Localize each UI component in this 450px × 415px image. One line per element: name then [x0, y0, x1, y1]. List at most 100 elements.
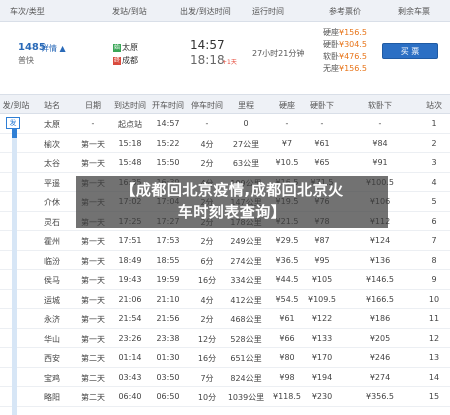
- table-cell: 第一天: [81, 256, 105, 266]
- table-cell: 第一天: [81, 237, 105, 246]
- table-cell: ¥65: [314, 158, 330, 167]
- table-cell: 4分: [200, 139, 214, 149]
- to-station: 终成都: [113, 56, 138, 65]
- table-cell: 01:30: [156, 353, 180, 362]
- table-cell: -: [320, 119, 324, 128]
- table-row: 略阳 第二天 06:40 06:50 10分 1039公里 ¥118.5 ¥230 ¥356.5…: [0, 387, 450, 407]
- table-cell: 06:40: [118, 392, 142, 401]
- table-cell: 15:48: [118, 158, 142, 167]
- table-cell: 15:50: [156, 158, 180, 167]
- table-cell: 16分: [197, 276, 217, 285]
- header-times: 出发/到达时间: [180, 7, 231, 16]
- duration: 27小时21分钟: [252, 49, 305, 58]
- start-tag-icon: 始: [113, 43, 121, 52]
- table-cell: 12分: [197, 334, 217, 344]
- table-cell: 2分: [200, 159, 214, 168]
- progress-depart-label: 发: [6, 117, 20, 129]
- col-header: 站次: [426, 101, 442, 110]
- table-cell: -: [205, 119, 209, 128]
- table-cell: 8: [431, 255, 437, 265]
- table-cell: 651公里: [230, 354, 262, 363]
- train-type: 普快: [18, 56, 34, 65]
- station-name-cell: 华山: [44, 334, 60, 344]
- table-cell: 21:06: [118, 294, 142, 304]
- table-row: 太原 - 起点站 14:57-0- - -1: [0, 114, 450, 134]
- table-cell: 4分: [200, 295, 214, 305]
- table-cell: -: [378, 119, 382, 128]
- table-cell: 2分: [200, 315, 214, 324]
- col-header: 开车时间: [152, 101, 184, 110]
- table-cell: 19:43: [118, 275, 142, 284]
- from-station: 始太原: [113, 43, 138, 52]
- table-cell: 15:22: [156, 138, 180, 148]
- arrive-time: 18:18: [190, 53, 225, 67]
- depart-time: 14:57: [190, 38, 225, 52]
- table-cell: 第二天: [81, 393, 105, 402]
- table-cell: 第一天: [81, 334, 105, 344]
- table-cell: 第二天: [81, 354, 105, 363]
- table-cell: ¥230: [311, 392, 333, 401]
- table-cell: 334公里: [230, 276, 262, 285]
- table-cell: ¥356.5: [366, 392, 394, 401]
- table-cell: 2: [431, 138, 437, 148]
- station-name-cell: 运城: [44, 295, 60, 305]
- table-row: 临汾 第一天 18:49 18:55 6分 274公里 ¥36.5 ¥95 ¥136 8: [0, 251, 450, 270]
- table-cell: ¥146.5: [366, 275, 394, 284]
- buy-ticket-button[interactable]: 买 票: [382, 43, 438, 59]
- table-cell: 14:57: [156, 119, 180, 128]
- collapse-arrow-icon: ▲: [59, 44, 66, 53]
- station-name-cell: 榆次: [44, 139, 60, 149]
- table-cell: 2分: [200, 237, 214, 246]
- table-cell: 01:14: [118, 353, 142, 362]
- table-cell: 第一天: [81, 159, 105, 168]
- table-cell: ¥61: [314, 138, 330, 148]
- table-cell: 12: [428, 333, 440, 343]
- table-cell: ¥133: [311, 333, 333, 343]
- table-cell: ¥186: [369, 314, 391, 323]
- end-tag-icon: 终: [113, 56, 121, 65]
- col-header: 站名: [44, 101, 60, 110]
- table-cell: 21:54: [118, 314, 142, 323]
- header-train-type: 车次/类型: [10, 7, 45, 16]
- table-row: 永济 第一天 21:54 21:56 2分 468公里 ¥61 ¥122 ¥186 11: [0, 309, 450, 329]
- table-cell: 13: [428, 353, 440, 362]
- table-cell: ¥109.5: [308, 294, 336, 304]
- table-cell: 10: [428, 294, 440, 304]
- header-price: 参考票价: [329, 7, 361, 16]
- table-row: 太谷 第一天 15:48 15:50 2分 63公里 ¥10.5 ¥65 ¥91 3: [0, 153, 450, 173]
- table-cell: 第二天: [81, 373, 105, 383]
- summary-header: 车次/类型 发站/到站 出发/到达时间 运行时间 参考票价 剩余车票: [0, 0, 450, 22]
- table-cell: ¥95: [314, 255, 330, 265]
- table-cell: 第一天: [81, 139, 105, 149]
- table-cell: 274公里: [230, 256, 262, 266]
- table-cell: ¥136: [369, 255, 391, 265]
- table-cell: 6: [431, 216, 437, 226]
- table-cell: ¥205: [369, 333, 391, 343]
- station-name-cell: 平遥: [44, 178, 60, 188]
- table-cell: 第一天: [81, 295, 105, 305]
- table-cell: 3: [431, 158, 437, 167]
- timetable-body: 太原 - 起点站 14:57-0- - -1 榆次 第一天 15:18 15:22 4分 27公里 ¥7…: [0, 114, 450, 415]
- table-cell: 1039公里: [227, 393, 265, 402]
- col-header: 硬卧下: [310, 101, 334, 110]
- price-item: 硬卧¥304.5: [323, 40, 367, 49]
- table-cell: 第一天: [81, 315, 105, 324]
- table-cell: ¥274: [369, 372, 391, 382]
- table-cell: 9: [431, 275, 437, 284]
- table-cell: 18:49: [118, 255, 142, 265]
- table-cell: 27公里: [232, 139, 260, 149]
- table-cell: 4: [431, 177, 437, 187]
- table-cell: 18:55: [156, 255, 180, 265]
- table-cell: 23:26: [118, 333, 142, 343]
- header-remaining: 剩余车票: [398, 7, 430, 16]
- station-name-cell: 太谷: [44, 159, 60, 168]
- detail-link[interactable]: 详情 ▲: [41, 43, 66, 54]
- price-item: 无座¥156.5: [323, 64, 367, 73]
- table-cell: ¥122: [311, 314, 333, 323]
- col-header: 到达时间: [114, 101, 146, 110]
- table-cell: 10分: [197, 393, 217, 402]
- table-cell: 03:50: [156, 372, 180, 382]
- col-header: 日期: [85, 101, 101, 110]
- table-cell: 468公里: [230, 315, 262, 324]
- table-cell: 06:50: [156, 392, 180, 401]
